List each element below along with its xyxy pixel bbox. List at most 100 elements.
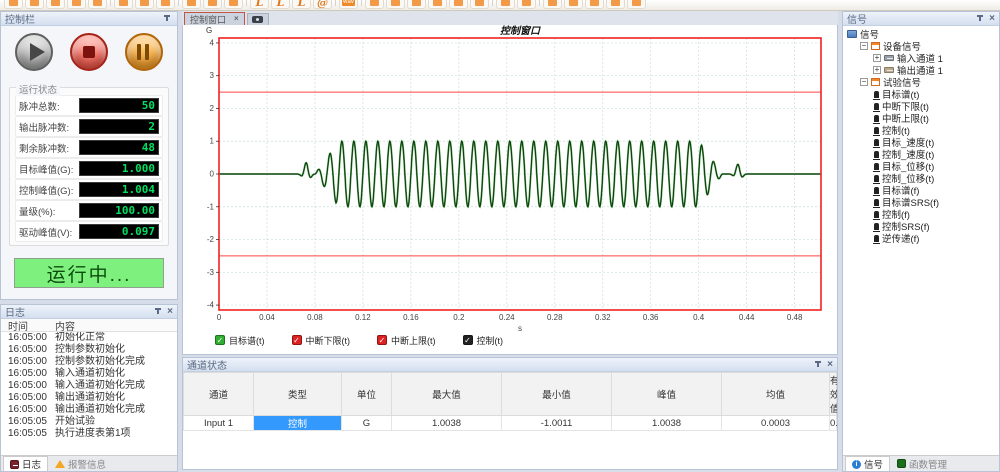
close-tab-icon[interactable]: × <box>234 14 239 24</box>
pin-icon[interactable] <box>163 15 171 23</box>
toolbar-button[interactable] <box>135 0 154 9</box>
toolbar-button[interactable] <box>67 0 86 9</box>
tab-control-window[interactable]: 控制窗口 × <box>184 12 245 25</box>
log-message: 初始化正常 <box>53 332 177 344</box>
log-time: 16:05:00 <box>1 332 53 344</box>
pin-icon[interactable] <box>154 308 162 316</box>
legend-item[interactable]: ✓控制(t) <box>463 334 504 347</box>
toolbar-icon <box>569 0 578 6</box>
toolbar-button[interactable]: wav <box>339 0 358 9</box>
toolbar-button[interactable]: L <box>250 0 269 9</box>
tree-item[interactable]: 目标谱SRS(f) <box>843 196 999 208</box>
status-field: 量级(%):100.00 <box>15 200 163 221</box>
toolbar-button[interactable] <box>88 0 107 9</box>
tab-function-manager[interactable]: 函数管理 <box>891 456 953 471</box>
x-tick-label: 0 <box>217 313 222 322</box>
toolbar-button[interactable] <box>407 0 426 9</box>
legend-checkbox[interactable]: ✓ <box>463 335 473 345</box>
tab-label: 信号 <box>864 457 883 471</box>
toolbar-button[interactable] <box>46 0 65 9</box>
toolbar-button[interactable] <box>543 0 562 9</box>
field-label: 控制峰值(G): <box>19 183 73 197</box>
toolbar-button[interactable] <box>606 0 625 9</box>
toolbar-button[interactable] <box>428 0 447 9</box>
pin-icon[interactable] <box>976 15 984 23</box>
toolbar-button[interactable] <box>114 0 133 9</box>
legend-item[interactable]: ✓中断上限(t) <box>377 334 436 347</box>
preview-tab[interactable] <box>247 13 269 25</box>
log-message: 执行进度表第1项 <box>53 428 177 440</box>
expand-icon[interactable]: + <box>873 54 881 62</box>
toolbar-icon <box>522 0 531 6</box>
x-tick-label: 0.4 <box>693 313 705 322</box>
column-header[interactable]: 通道 <box>184 373 254 416</box>
stop-icon <box>83 46 95 58</box>
legend-checkbox[interactable]: ✓ <box>377 335 387 345</box>
tree-item[interactable]: 控制_位移(t) <box>843 172 999 184</box>
toolbar-button[interactable] <box>224 0 243 9</box>
tree-item[interactable]: −试验信号 <box>843 76 999 88</box>
legend-checkbox[interactable]: ✓ <box>215 335 225 345</box>
close-icon[interactable]: × <box>827 360 833 370</box>
signal-icon <box>874 151 879 158</box>
toolbar-button[interactable] <box>203 0 222 9</box>
column-header[interactable]: 单位 <box>342 373 392 416</box>
pause-button[interactable] <box>125 33 163 71</box>
legend-checkbox[interactable]: ✓ <box>292 335 302 345</box>
tab-label: 日志 <box>22 457 41 471</box>
toolbar-button[interactable]: @ <box>313 0 332 9</box>
close-icon[interactable]: × <box>167 307 173 317</box>
tree-item[interactable]: 中断上限(t) <box>843 112 999 124</box>
toolbar-button[interactable] <box>564 0 583 9</box>
toolbar-button[interactable]: L <box>292 0 311 9</box>
toolbar-button[interactable] <box>365 0 384 9</box>
toolbar-icon <box>93 0 102 6</box>
stop-button[interactable] <box>70 33 108 71</box>
column-header[interactable]: 类型 <box>254 373 342 416</box>
toolbar-button[interactable]: L <box>271 0 290 9</box>
control-panel-title: 控制栏 <box>5 11 35 26</box>
toolbar-button[interactable] <box>449 0 468 9</box>
legend-item[interactable]: ✓目标谱(t) <box>215 334 265 347</box>
start-button[interactable] <box>15 33 53 71</box>
pin-icon[interactable] <box>814 361 822 369</box>
device-group-icon <box>871 78 880 86</box>
collapse-icon[interactable]: − <box>860 42 868 50</box>
column-header[interactable]: 最大值 <box>392 373 502 416</box>
legend-item[interactable]: ✓中断下限(t) <box>292 334 351 347</box>
channel-panel-title: 通道状态 <box>187 357 227 372</box>
signal-icon <box>874 127 879 134</box>
toolbar-button[interactable] <box>4 0 23 9</box>
tree-item[interactable]: 控制SRS(f) <box>843 220 999 232</box>
toolbar-button[interactable] <box>496 0 515 9</box>
toolbar-button[interactable] <box>182 0 201 9</box>
toolbar-button[interactable] <box>156 0 175 9</box>
collapse-icon[interactable]: − <box>860 78 868 86</box>
close-icon[interactable]: × <box>989 14 995 24</box>
x-axis-unit: s <box>518 324 522 331</box>
tab-alarm-info[interactable]: 报警信息 <box>49 456 112 471</box>
toolbar-icon <box>412 0 421 6</box>
log-time: 16:05:00 <box>1 380 53 392</box>
column-header[interactable]: 均值 <box>722 373 830 416</box>
tree-item[interactable]: 逆传递(f) <box>843 232 999 244</box>
tab-log[interactable]: 日志 <box>3 456 48 471</box>
control-window-chart[interactable]: 43210-1-2-3-400.040.080.120.160.20.240.2… <box>183 25 837 331</box>
column-header[interactable]: 有效值 <box>830 373 837 416</box>
column-header[interactable]: 峰值 <box>612 373 722 416</box>
log-message: 输出通道初始化完成 <box>53 404 177 416</box>
toolbar-button[interactable] <box>470 0 489 9</box>
field-label: 脉冲总数: <box>19 99 60 113</box>
column-header[interactable]: 最小值 <box>502 373 612 416</box>
toolbar-button[interactable] <box>517 0 536 9</box>
log-panel: 日志 × 时间 内容 16:05:00初始化正常16:05:00控制参数初始化1… <box>0 304 178 472</box>
info-icon <box>852 460 861 469</box>
toolbar-button[interactable] <box>386 0 405 9</box>
toolbar-button[interactable] <box>25 0 44 9</box>
channel-row[interactable]: Input 1控制G1.0038-1.00111.00380.00030.572… <box>184 416 837 431</box>
tab-signal[interactable]: 信号 <box>845 456 890 471</box>
toolbar-button[interactable] <box>627 0 646 9</box>
signal-icon <box>874 235 879 242</box>
expand-icon[interactable]: + <box>873 66 881 74</box>
toolbar-button[interactable] <box>585 0 604 9</box>
